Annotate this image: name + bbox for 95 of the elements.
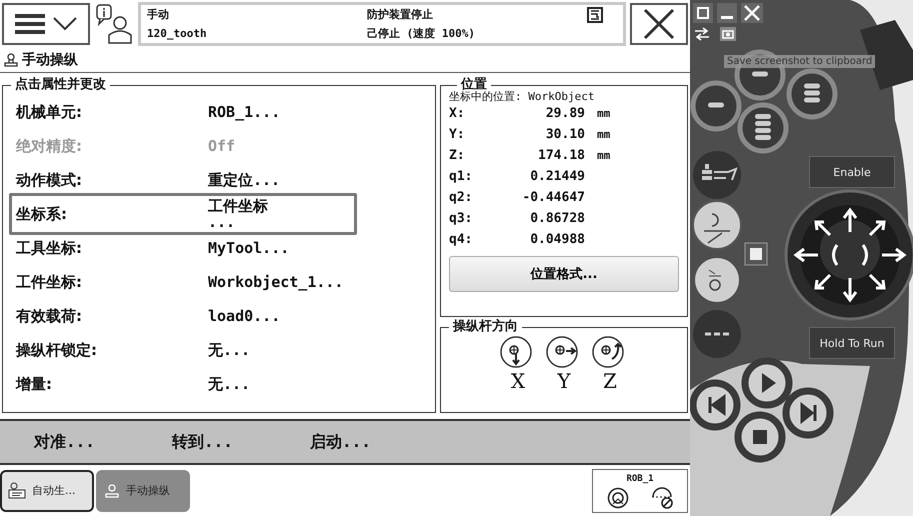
operating-mode: 手动 [147,7,170,22]
close-icon[interactable] [741,3,763,23]
tool-key-icon[interactable] [693,151,741,199]
property-value: Off [208,138,236,154]
property-value: Workobject_1... [208,274,344,290]
robot-icon [606,486,628,508]
coordinate-value: -0.44647 [521,190,585,205]
menu-button[interactable] [2,3,90,45]
property-row[interactable]: 坐标系: 工件坐标 ... [9,193,357,235]
joystick-drawing[interactable] [784,190,913,320]
restore-icon[interactable] [693,3,713,23]
coordinate-label: q3: [449,211,474,226]
property-value: MyTool... [208,240,290,256]
property-label: 操纵杆锁定: [16,340,98,360]
property-row[interactable]: 工件坐标: Workobject_1... [9,265,357,299]
toggle-key-icon[interactable] [693,310,741,358]
axis-label: Z [602,369,618,393]
skip-back-icon[interactable] [690,380,740,430]
panel-title: 点击属性并更改 [14,79,107,91]
chevron-down-icon [53,17,77,31]
axis-direction-icon [545,335,579,369]
property-row[interactable]: 增量: 无... [9,367,357,401]
safety-status: 防护装置停止 [367,7,434,22]
robot-status-panel[interactable]: ROB_1 [592,468,688,512]
task-button[interactable]: 自动生... [0,470,94,512]
run-status: 己停止 (速度 100%) [367,26,476,41]
jog-disabled-icon [650,486,674,508]
skip-forward-icon[interactable] [782,388,834,438]
action-button[interactable]: 启动... [276,432,414,452]
swap-icon[interactable] [694,27,710,41]
play-icon[interactable] [742,358,792,408]
axis-direction-icon [591,335,625,369]
property-value: 无... [208,376,252,392]
coordinate-label: q4: [449,232,474,247]
unit-label: mm [596,128,612,141]
property-label: 绝对精度: [16,136,83,156]
hold-to-run-label: Hold To Run [809,327,895,359]
property-value: ROB_1... [208,104,282,120]
tooltip: Save screenshot to clipboard [724,55,876,68]
status-icon [587,6,603,22]
stop-icon[interactable] [734,412,786,462]
property-row[interactable]: 机械单元: ROB_1... [9,95,357,129]
property-value: load0... [208,308,282,324]
property-label: 工具坐标: [16,238,83,258]
close-button[interactable] [630,3,688,45]
enable-label: Enable [809,156,895,188]
coordinate-value: 174.18 [537,148,585,163]
panel-title: 位置 [460,79,487,91]
reorient-key-icon[interactable] [692,200,742,250]
axis-direction-icon [499,335,533,369]
property-label: 坐标系: [16,204,68,224]
coordinate-label: Y: [449,127,466,142]
coordinate-value: 0.21449 [529,169,585,184]
page-title: 手动操纵 [22,51,78,69]
minimize-icon[interactable] [717,3,737,23]
coordinate-value: 30.10 [544,127,585,142]
jog-icon [104,482,120,498]
robot-name: ROB_1 [626,474,654,484]
coordinate-label: Z: [449,148,466,163]
action-button[interactable]: 转到... [138,432,276,452]
coordinate-label: X: [449,106,466,121]
coordinate-value: 0.04988 [529,232,585,247]
action-button[interactable]: 对准... [0,432,138,452]
position-caption: 坐标中的位置: WorkObject [449,91,596,103]
coordinate-label: q1: [449,169,474,184]
panel-title: 操纵杆方向 [452,321,519,333]
coordinate-value: 0.86728 [529,211,585,226]
coordinate-label: q2: [449,190,474,205]
property-row[interactable]: 有效载荷: load0... [9,299,357,333]
property-label: 动作模式: [16,170,83,190]
unit-label: mm [596,149,612,162]
task-button[interactable]: 手动操纵 [96,470,190,512]
axis-key-icon[interactable] [695,258,739,302]
status-panel[interactable]: 手动 防护装置停止 120_tooth 己停止 (速度 100%) [138,2,626,46]
close-icon [643,8,675,40]
small-square-icon [744,242,768,266]
jog-icon [4,53,18,67]
program-name: 120_tooth [147,27,208,40]
axis-label: X [510,369,526,393]
property-value: 工件坐标 ... [208,198,269,230]
property-label: 有效载荷: [16,306,83,326]
position-format-button[interactable]: 位置格式... [449,256,679,292]
property-label: 机械单元: [16,102,83,122]
axis-label: Y [556,369,572,393]
property-value: 重定位... [208,172,282,188]
info-user-icon[interactable] [94,3,134,45]
camera-icon[interactable] [720,27,736,41]
property-label: 增量: [16,374,53,394]
hamburger-icon [15,13,45,35]
program-icon [8,482,26,500]
property-value: 无... [208,342,252,358]
unit-label: mm [596,107,612,120]
coordinate-value: 29.89 [544,106,585,121]
property-label: 工件坐标: [16,272,83,292]
property-row[interactable]: 操纵杆锁定: 无... [9,333,357,367]
